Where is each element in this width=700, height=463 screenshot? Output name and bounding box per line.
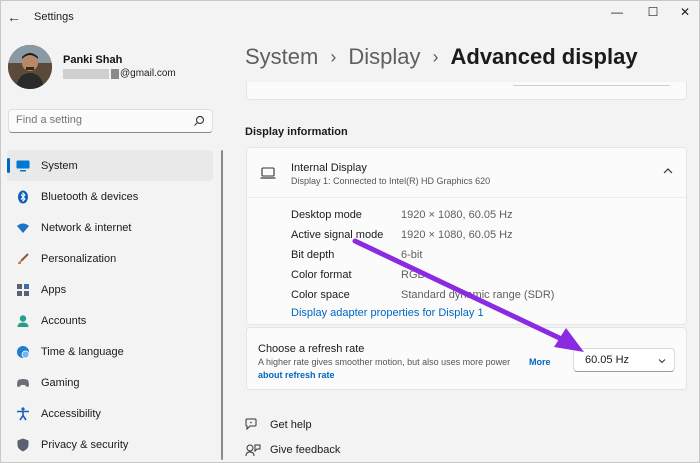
more-about-refresh-rate-link[interactable]: More <box>529 357 551 367</box>
sidebar-item-label: Accounts <box>41 314 87 327</box>
close-button[interactable]: ✕ <box>674 5 696 19</box>
property-label: Color format <box>291 269 352 281</box>
sidebar-item-accessibility[interactable]: Accessibility <box>7 398 213 429</box>
refresh-rate-dropdown[interactable]: 60.05 Hz <box>573 348 675 372</box>
sidebar-item-bluetooth[interactable]: Bluetooth & devices <box>7 181 213 212</box>
title-bar: ← Settings — ☐ ✕ <box>0 0 700 34</box>
gamepad-icon <box>16 376 30 390</box>
get-help-label: Get help <box>270 419 312 431</box>
sidebar-item-personalization[interactable]: Personalization <box>7 243 213 274</box>
property-label: Active signal mode <box>291 229 384 241</box>
get-help-link[interactable]: Get help <box>245 418 312 432</box>
sidebar-item-label: Personalization <box>41 252 117 265</box>
laptop-icon <box>260 167 276 179</box>
app-title: Settings <box>34 11 74 23</box>
redacted-email-block <box>111 68 119 79</box>
minimize-button[interactable]: — <box>606 5 628 19</box>
search-icon[interactable] <box>193 115 205 127</box>
shield-icon <box>16 438 30 452</box>
person-icon <box>16 314 30 328</box>
maximize-button[interactable]: ☐ <box>642 5 664 19</box>
property-label: Color space <box>291 289 350 301</box>
give-feedback-link[interactable]: Give feedback <box>245 443 340 457</box>
sidebar-item-label: Accessibility <box>41 407 101 420</box>
search-box[interactable] <box>8 109 213 133</box>
sidebar-nav: System Bluetooth & devices Network & int… <box>7 150 213 460</box>
property-label: Desktop mode <box>291 209 362 221</box>
wifi-icon <box>16 221 30 235</box>
bluetooth-icon <box>16 190 30 204</box>
sidebar-item-label: Bluetooth & devices <box>41 190 139 203</box>
user-email-suffix: @gmail.com <box>120 68 176 79</box>
sidebar-scrollbar[interactable] <box>221 150 223 460</box>
sidebar-item-label: Gaming <box>41 376 80 389</box>
display-adapter-properties-link[interactable]: Display adapter properties for Display 1 <box>291 307 484 319</box>
breadcrumb-display[interactable]: Display <box>348 44 420 70</box>
chevron-down-icon <box>658 359 666 364</box>
property-value: 1920 × 1080, 60.05 Hz <box>401 229 513 241</box>
sidebar-item-system[interactable]: System <box>7 150 213 181</box>
sidebar-item-label: Privacy & security <box>41 438 129 451</box>
brush-icon <box>16 252 30 266</box>
sidebar-item-label: Apps <box>41 283 67 296</box>
more-about-refresh-rate-link[interactable]: about refresh rate <box>258 370 335 380</box>
property-label: Bit depth <box>291 249 335 261</box>
give-feedback-label: Give feedback <box>270 444 341 456</box>
sidebar-item-label: Time & language <box>41 345 124 358</box>
display-subtitle: Display 1: Connected to Intel(R) HD Grap… <box>291 176 491 186</box>
display-name: Internal Display <box>291 162 367 174</box>
help-chat-icon <box>245 418 257 431</box>
feedback-icon <box>245 444 261 457</box>
refresh-rate-value: 60.05 Hz <box>585 354 630 366</box>
refresh-rate-title: Choose a refresh rate <box>258 343 365 355</box>
breadcrumb-separator: › <box>330 46 337 67</box>
sidebar-item-gaming[interactable]: Gaming <box>7 367 213 398</box>
redacted-email-block <box>63 68 109 79</box>
apps-icon <box>16 283 30 297</box>
section-title: Display information <box>245 126 348 138</box>
back-arrow-icon[interactable]: ← <box>6 9 22 25</box>
breadcrumb-system[interactable]: System <box>245 44 318 70</box>
avatar-photo-icon <box>8 45 52 89</box>
globe-clock-icon <box>16 345 30 359</box>
user-email: @gmail.com <box>63 68 176 79</box>
sidebar-item-privacy[interactable]: Privacy & security <box>7 429 213 460</box>
sidebar-item-accounts[interactable]: Accounts <box>7 305 213 336</box>
sidebar-item-time-language[interactable]: Time & language <box>7 336 213 367</box>
property-value: Standard dynamic range (SDR) <box>401 289 555 301</box>
accessibility-icon <box>16 406 30 421</box>
chevron-up-icon[interactable] <box>662 165 674 177</box>
sidebar-item-label: System <box>41 159 78 172</box>
property-value: RGB <box>401 269 425 281</box>
refresh-rate-description: A higher rate gives smoother motion, but… <box>258 357 511 367</box>
search-input[interactable] <box>16 114 186 126</box>
select-display-dropdown[interactable] <box>513 83 670 86</box>
refresh-rate-card: Choose a refresh rate A higher rate give… <box>246 327 687 390</box>
sidebar-item-apps[interactable]: Apps <box>7 274 213 305</box>
display-information-card: Internal Display Display 1: Connected to… <box>246 147 687 325</box>
display-card-header[interactable]: Internal Display Display 1: Connected to… <box>247 148 686 198</box>
property-value: 1920 × 1080, 60.05 Hz <box>401 209 513 221</box>
property-value: 6-bit <box>401 249 423 261</box>
monitor-icon <box>16 159 30 173</box>
page-title: Advanced display <box>450 44 638 69</box>
avatar[interactable] <box>8 45 52 89</box>
breadcrumb-separator: › <box>432 46 439 67</box>
sidebar-item-label: Network & internet <box>41 221 132 234</box>
user-name: Panki Shah <box>63 54 123 66</box>
select-display-card <box>246 82 687 100</box>
sidebar-item-network[interactable]: Network & internet <box>7 212 213 243</box>
breadcrumb: System › Display › Advanced display <box>245 44 638 70</box>
